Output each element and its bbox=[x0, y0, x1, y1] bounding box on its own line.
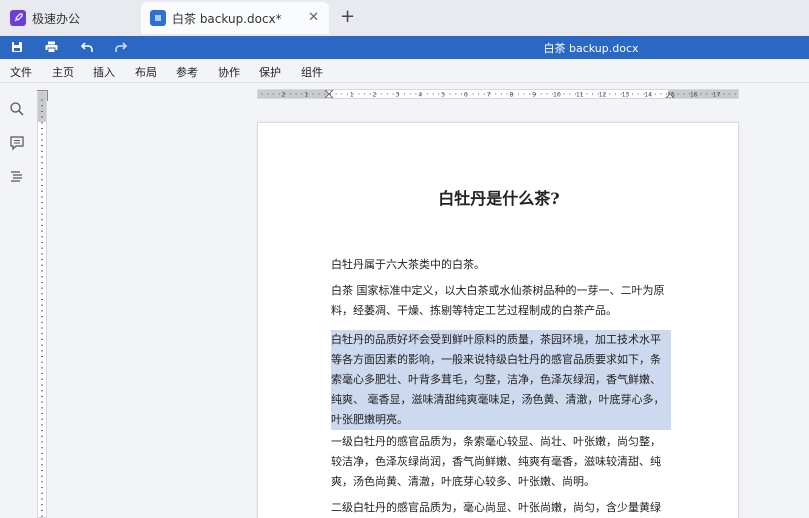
paragraph[interactable]: 二级白牡丹的感官品质为，毫心尚显、叶张尚嫩，尚匀，含少量黄绿片， bbox=[331, 498, 671, 518]
ruler-label: 16 bbox=[690, 91, 698, 98]
comment-icon[interactable] bbox=[9, 135, 25, 151]
ruler-label: 12 bbox=[599, 91, 607, 98]
new-tab-button[interactable]: + bbox=[340, 6, 355, 27]
search-icon[interactable] bbox=[9, 101, 25, 117]
paragraph[interactable]: 白牡丹属于六大茶类中的白茶。 bbox=[331, 255, 671, 275]
ruler-label: 8 bbox=[509, 91, 513, 98]
selected-paragraph[interactable]: 白牡丹的品质好坏会受到鲜叶原料的质量，茶园环境，加工技术水平等各方面因素的影响，… bbox=[331, 330, 671, 430]
navigation-icon[interactable] bbox=[9, 168, 25, 184]
ruler-label: 2 bbox=[373, 91, 377, 98]
quick-access-bar: 白茶 backup.docx bbox=[0, 36, 809, 59]
tab-document[interactable]: 白茶 backup.docx* ✕ bbox=[141, 2, 329, 34]
ruler-label: 4 bbox=[418, 91, 422, 98]
menu-references[interactable]: 参考 bbox=[176, 64, 198, 80]
menu-insert[interactable]: 插入 bbox=[93, 64, 115, 80]
ruler-label: 1 bbox=[350, 91, 354, 98]
menu-home[interactable]: 主页 bbox=[52, 64, 74, 80]
left-indent-marker bbox=[324, 93, 334, 98]
ruler-label: 10 bbox=[553, 91, 561, 98]
document-title: 白茶 backup.docx bbox=[543, 42, 639, 55]
ruler-label: 1 bbox=[304, 91, 308, 98]
menu-bar: 文件 主页 插入 布局 参考 协作 保护 组件 bbox=[0, 59, 809, 83]
vertical-ruler[interactable] bbox=[37, 91, 47, 518]
menu-layout[interactable]: 布局 bbox=[135, 64, 157, 80]
paragraph[interactable]: 一级白牡丹的感官品质为，条索毫心较显、尚壮、叶张嫩，尚匀整，较洁净，色泽灰绿尚润… bbox=[331, 432, 671, 492]
ruler-label: 13 bbox=[622, 91, 630, 98]
horizontal-ruler[interactable]: 211234567891011121314151617 bbox=[257, 89, 739, 99]
menu-collaboration[interactable]: 协作 bbox=[218, 64, 240, 80]
paragraph[interactable]: 白茶 国家标准中定义，以大白茶或水仙茶树品种的一芽一、二叶为原料，经萎凋、干燥、… bbox=[331, 281, 671, 321]
tab-strip: 极速办公 白茶 backup.docx* ✕ + bbox=[0, 0, 809, 36]
document-heading[interactable]: 白牡丹是什么茶? bbox=[258, 185, 740, 209]
rocket-icon bbox=[10, 10, 26, 26]
menu-file[interactable]: 文件 bbox=[10, 64, 32, 80]
ruler-label: 11 bbox=[576, 91, 584, 98]
ruler-label: 14 bbox=[644, 91, 652, 98]
menu-plugins[interactable]: 组件 bbox=[301, 64, 323, 80]
close-icon[interactable]: ✕ bbox=[308, 10, 319, 25]
tab-label: 白茶 backup.docx* bbox=[172, 11, 282, 26]
ruler-label: 6 bbox=[464, 91, 468, 98]
menu-protect[interactable]: 保护 bbox=[259, 64, 281, 80]
ruler-label: 9 bbox=[532, 91, 536, 98]
first-line-indent-marker bbox=[324, 90, 334, 95]
ruler-label: 2 bbox=[281, 91, 285, 98]
ruler-label: 17 bbox=[713, 91, 721, 98]
tab-home[interactable]: 极速办公 bbox=[0, 2, 133, 34]
tab-label: 极速办公 bbox=[32, 11, 81, 26]
ruler-label: 5 bbox=[441, 91, 445, 98]
ruler-label: 7 bbox=[487, 91, 491, 98]
document-icon bbox=[150, 10, 166, 26]
document-page[interactable]: 白牡丹是什么茶? 白牡丹属于六大茶类中的白茶。 白茶 国家标准中定义，以大白茶或… bbox=[257, 122, 739, 518]
ruler-label: 3 bbox=[395, 91, 399, 98]
